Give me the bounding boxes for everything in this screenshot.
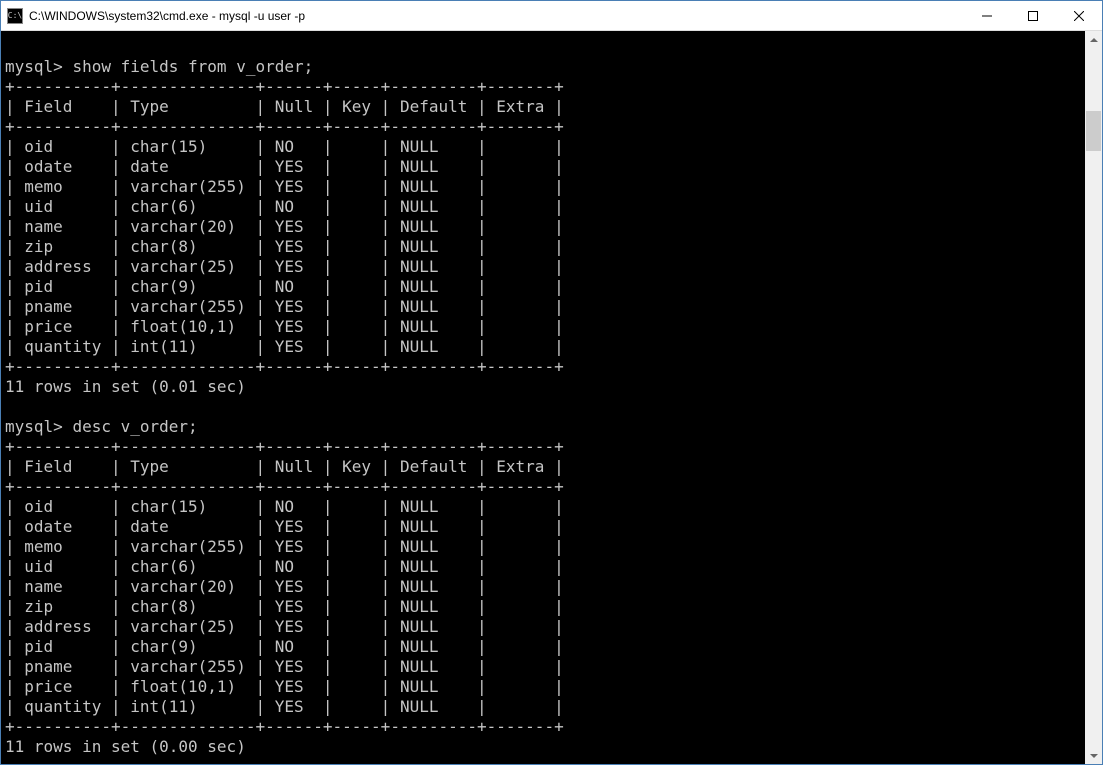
minimize-button[interactable] [964,1,1010,30]
table-header: | Field | Type | Null | Key | Default | … [5,457,564,476]
table-row: | quantity | int(11) | YES | | NULL | | [5,337,564,356]
command-desc: desc v_order; [72,417,197,436]
cmd-window: C:\ C:\WINDOWS\system32\cmd.exe - mysql … [0,0,1103,765]
table-row: | zip | char(8) | YES | | NULL | | [5,237,564,256]
table-row: | oid | char(15) | NO | | NULL | | [5,137,564,156]
table-row: | memo | varchar(255) | YES | | NULL | | [5,537,564,556]
table-row: | address | varchar(25) | YES | | NULL |… [5,257,564,276]
cmd-icon: C:\ [7,8,23,24]
terminal-area: mysql> show fields from v_order; +------… [1,31,1102,764]
table-border: +----------+--------------+------+-----+… [5,77,564,96]
command-show-fields: show fields from v_order; [72,57,313,76]
table-row: | odate | date | YES | | NULL | | [5,157,564,176]
table-row: | uid | char(6) | NO | | NULL | | [5,197,564,216]
prompt: mysql> [5,57,72,76]
table-border: +----------+--------------+------+-----+… [5,437,564,456]
table-row: | name | varchar(20) | YES | | NULL | | [5,577,564,596]
table-row: | pname | varchar(255) | YES | | NULL | … [5,657,564,676]
table-border: +----------+--------------+------+-----+… [5,117,564,136]
table-row: | zip | char(8) | YES | | NULL | | [5,597,564,616]
vertical-scrollbar[interactable] [1085,31,1102,764]
table-row: | price | float(10,1) | YES | | NULL | | [5,677,564,696]
scroll-down-arrow-icon[interactable] [1085,747,1102,764]
titlebar[interactable]: C:\ C:\WINDOWS\system32\cmd.exe - mysql … [1,1,1102,31]
scroll-thumb[interactable] [1086,111,1101,151]
result-footer: 11 rows in set (0.00 sec) [5,737,246,756]
table-row: | memo | varchar(255) | YES | | NULL | | [5,177,564,196]
table-row: | oid | char(15) | NO | | NULL | | [5,497,564,516]
table-header: | Field | Type | Null | Key | Default | … [5,97,564,116]
table-border: +----------+--------------+------+-----+… [5,477,564,496]
table-row: | quantity | int(11) | YES | | NULL | | [5,697,564,716]
table-border: +----------+--------------+------+-----+… [5,357,564,376]
table-row: | pid | char(9) | NO | | NULL | | [5,637,564,656]
window-controls [964,1,1102,30]
table-row: | price | float(10,1) | YES | | NULL | | [5,317,564,336]
prompt: mysql> [5,417,72,436]
close-button[interactable] [1056,1,1102,30]
table-row: | name | varchar(20) | YES | | NULL | | [5,217,564,236]
terminal-output[interactable]: mysql> show fields from v_order; +------… [1,31,1085,764]
table-border: +----------+--------------+------+-----+… [5,717,564,736]
table-row: | pid | char(9) | NO | | NULL | | [5,277,564,296]
scroll-up-arrow-icon[interactable] [1085,31,1102,48]
result-footer: 11 rows in set (0.01 sec) [5,377,246,396]
window-title: C:\WINDOWS\system32\cmd.exe - mysql -u u… [29,9,964,23]
table-row: | address | varchar(25) | YES | | NULL |… [5,617,564,636]
table-row: | pname | varchar(255) | YES | | NULL | … [5,297,564,316]
table-row: | uid | char(6) | NO | | NULL | | [5,557,564,576]
table-row: | odate | date | YES | | NULL | | [5,517,564,536]
maximize-button[interactable] [1010,1,1056,30]
